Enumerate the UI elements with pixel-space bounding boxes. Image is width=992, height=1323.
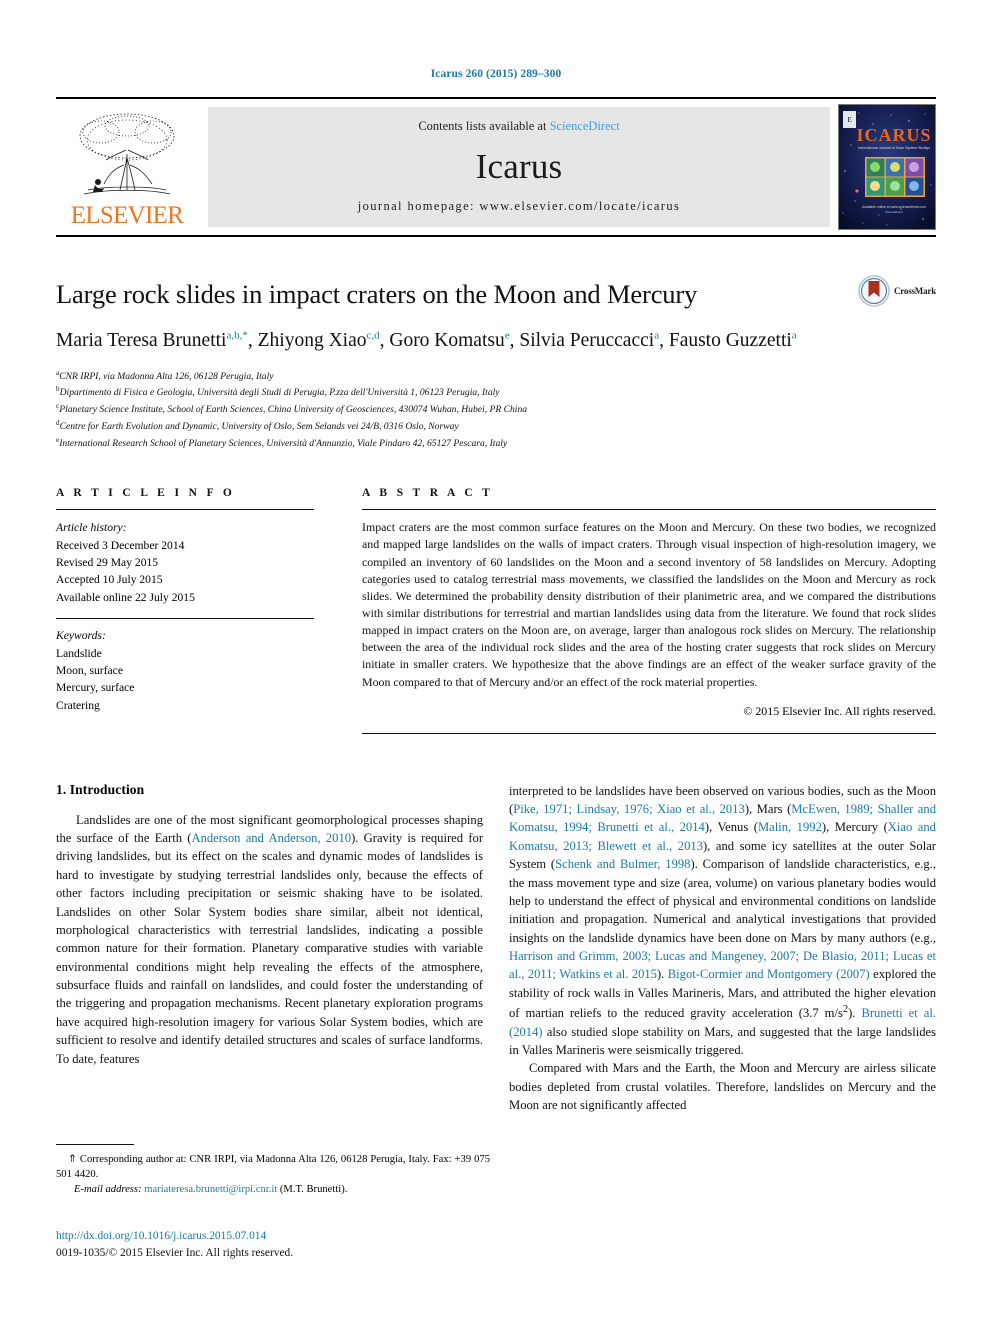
section-heading-introduction: 1. Introduction — [56, 781, 145, 797]
affiliation-text: Dipartimento di Fisica e Geologia, Unive… — [59, 387, 500, 399]
divider — [362, 509, 936, 511]
author-list: Maria Teresa Brunettia,b,*, Zhiyong Xiao… — [56, 329, 797, 352]
author-marks: a — [791, 329, 797, 342]
affiliation-list: aCNR IRPI, via Madonna Alta 126, 06128 P… — [56, 368, 936, 452]
keywords-label: Keywords: — [56, 629, 106, 643]
affiliation-item: dCentre for Earth Evolution and Dynamic,… — [56, 418, 936, 435]
author-name: Silvia Peruccacci — [519, 330, 655, 352]
title-block: Large rock slides in impact craters on t… — [56, 275, 936, 452]
corresponding-author-symbol: ⇑ — [68, 1154, 77, 1165]
email-note: E-mail address: mariateresa.brunetti@irp… — [56, 1182, 490, 1197]
contents-prefix: Contents lists available at — [418, 119, 547, 133]
body-column-right: interpreted to be landslides have been o… — [509, 782, 936, 1115]
citation-link[interactable]: Bigot-Cormier and Montgomery (2007) — [668, 967, 870, 981]
masthead-center-band: Contents lists available at ScienceDirec… — [208, 107, 830, 227]
citation-link[interactable]: Anderson and Anderson, 2010 — [191, 831, 351, 845]
history-received: Received 3 December 2014 — [56, 538, 185, 552]
author-name: Maria Teresa Brunetti — [56, 330, 227, 352]
email-label: E-mail address: — [74, 1184, 142, 1196]
history-available-online: Available online 22 July 2015 — [56, 590, 195, 604]
author-marks: e — [504, 329, 510, 342]
history-revised: Revised 29 May 2015 — [56, 556, 159, 570]
contents-available-line: Contents lists available at ScienceDirec… — [418, 119, 619, 134]
author-name: Zhiyong Xiao — [257, 330, 367, 352]
elsevier-tree-icon — [79, 113, 175, 195]
affiliation-item: cPlanetary Science Institute, School of … — [56, 401, 936, 418]
affiliation-text: Planetary Science Institute, School of E… — [59, 404, 528, 416]
keyword-item: Landslide — [56, 646, 102, 660]
abstract-text: Impact craters are the most common surfa… — [362, 520, 936, 689]
article-info-column: A R T I C L E I N F O Article history: R… — [56, 487, 314, 733]
svg-text:E: E — [847, 116, 851, 124]
page-title: Large rock slides in impact craters on t… — [56, 279, 698, 309]
footnote-block: ⇑ Corresponding author at: CNR IRPI, via… — [56, 1144, 490, 1197]
doi-link[interactable]: http://dx.doi.org/10.1016/j.icarus.2015.… — [56, 1228, 496, 1245]
crossmark-label: CrossMark — [893, 286, 936, 296]
affiliation-item: aCNR IRPI, via Madonna Alta 126, 06128 P… — [56, 368, 936, 385]
author-marks: a,b,* — [226, 329, 248, 342]
email-suffix: (M.T. Brunetti). — [279, 1184, 348, 1196]
elsevier-wordmark: ELSEVIER — [70, 202, 184, 229]
journal-cover-thumbnail: E ICARUS International Journal of Solar … — [838, 104, 936, 230]
info-abstract-region: A R T I C L E I N F O Article history: R… — [56, 487, 936, 734]
corresponding-author-text: Corresponding author at: CNR IRPI, via M… — [56, 1154, 490, 1181]
affiliation-item: bDipartimento di Fisica e Geologia, Univ… — [56, 384, 936, 401]
paragraph: Landslides are one of the most significa… — [56, 812, 484, 1066]
keyword-item: Moon, surface — [56, 663, 123, 677]
paragraph: Compared with Mars and the Earth, the Mo… — [509, 1061, 936, 1113]
keyword-item: Cratering — [56, 698, 100, 712]
running-head: Icarus 260 (2015) 289–300 — [430, 68, 562, 80]
history-accepted: Accepted 10 July 2015 — [56, 573, 163, 587]
author-marks: a — [654, 329, 660, 342]
divider — [56, 509, 314, 511]
svg-text:International Journal of Solar: International Journal of Solar System St… — [858, 146, 930, 150]
issn-copyright-line: 0019-1035/© 2015 Elsevier Inc. All right… — [56, 1246, 294, 1259]
author-name: Goro Komatsu — [389, 330, 505, 352]
corresponding-author-note: ⇑ Corresponding author at: CNR IRPI, via… — [56, 1152, 490, 1182]
citation-link[interactable]: Schenk and Bulmer, 1998 — [555, 857, 690, 871]
affiliation-item: eInternational Research School of Planet… — [56, 435, 936, 452]
affiliation-text: International Research School of Planeta… — [59, 437, 508, 449]
journal-title: Icarus — [475, 146, 563, 186]
journal-article-page: Icarus 260 (2015) 289–300 ELSEVIER Conte… — [0, 0, 992, 1323]
paragraph: interpreted to be landslides have been o… — [509, 783, 937, 1058]
svg-text:Available online at www.scienc: Available online at www.sciencedirect.co… — [862, 205, 926, 209]
journal-masthead: ELSEVIER Contents lists available at Sci… — [56, 97, 936, 237]
doi-block: http://dx.doi.org/10.1016/j.icarus.2015.… — [56, 1228, 496, 1261]
abstract-copyright: © 2015 Elsevier Inc. All rights reserved… — [743, 703, 936, 718]
affiliation-text: Centre for Earth Evolution and Dynamic, … — [59, 420, 459, 432]
journal-homepage-line[interactable]: journal homepage: www.elsevier.com/locat… — [358, 199, 681, 214]
article-history-label: Article history: — [56, 521, 127, 535]
citation-link[interactable]: Malin, 1992 — [758, 820, 822, 834]
divider — [362, 732, 936, 734]
crossmark-icon — [858, 275, 890, 307]
footnote-divider — [56, 1144, 134, 1145]
crossmark-badge[interactable]: CrossMark — [858, 275, 936, 307]
affiliation-text: CNR IRPI, via Madonna Alta 126, 06128 Pe… — [59, 370, 274, 382]
svg-text:ICARUS: ICARUS — [856, 125, 931, 145]
body-columns: 1. Introduction Landslides are one of th… — [56, 782, 936, 1115]
divider — [56, 618, 314, 620]
elsevier-logo: ELSEVIER — [56, 104, 198, 230]
author-name: Fausto Guzzetti — [668, 330, 792, 352]
svg-text:ScienceDirect: ScienceDirect — [885, 210, 902, 214]
body-column-left: 1. Introduction Landslides are one of th… — [56, 782, 483, 1115]
keyword-item: Mercury, surface — [56, 681, 135, 695]
cover-artwork: E ICARUS International Journal of Solar … — [839, 105, 935, 229]
abstract-column: A B S T R A C T Impact craters are the m… — [362, 487, 936, 734]
sciencedirect-link[interactable]: ScienceDirect — [550, 119, 620, 133]
abstract-heading: A B S T R A C T — [362, 487, 494, 500]
author-marks: c,d — [366, 329, 380, 342]
email-link[interactable]: mariateresa.brunetti@irpi.cnr.it — [144, 1184, 277, 1195]
citation-link[interactable]: Pike, 1971; Lindsay, 1976; Xiao et al., … — [513, 802, 745, 816]
article-info-heading: A R T I C L E I N F O — [56, 487, 236, 500]
